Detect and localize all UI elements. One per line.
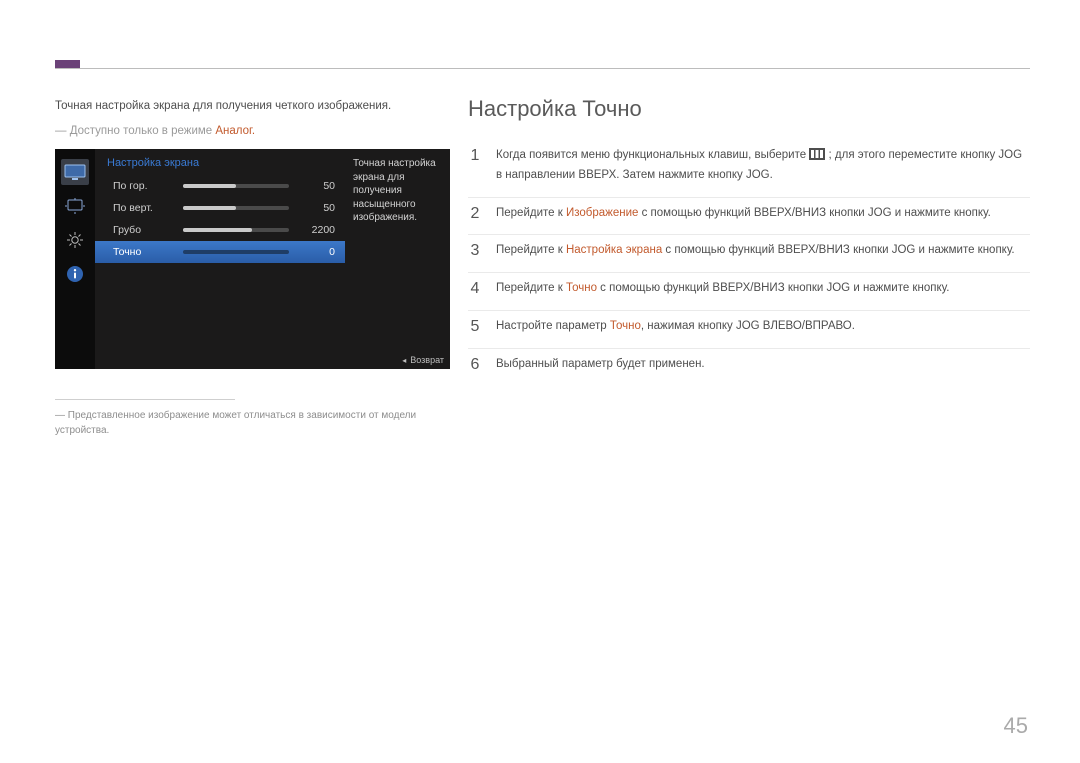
step-text: Настройте параметр bbox=[496, 320, 610, 332]
osd-row[interactable]: Точно 0 bbox=[95, 241, 345, 263]
osd-slider[interactable] bbox=[183, 228, 289, 232]
osd-row[interactable]: По гор. 50 bbox=[95, 175, 345, 197]
step-text: с помощью функций ВВЕРХ/ВНИЗ кнопки JOG … bbox=[597, 282, 949, 294]
osd-row-value: 50 bbox=[299, 180, 335, 192]
mode-note-prefix: ― Доступно только в режиме bbox=[55, 125, 215, 137]
step-number: 1 bbox=[468, 147, 482, 185]
step-body: Перейдите к Настройка экрана с помощью ф… bbox=[496, 242, 1015, 260]
step-text: Когда появится меню функциональных клави… bbox=[496, 149, 809, 161]
osd-nav-picture[interactable] bbox=[61, 159, 89, 185]
step-text: с помощью функций ВВЕРХ/ВНИЗ кнопки JOG … bbox=[662, 244, 1014, 256]
step: 3 Перейдите к Настройка экрана с помощью … bbox=[468, 234, 1030, 272]
step-text: , нажимая кнопку JOG ВЛЕВО/ВПРАВО. bbox=[641, 320, 855, 332]
osd-nav-screen[interactable] bbox=[61, 193, 89, 219]
step-text-accent: Точно bbox=[610, 320, 641, 332]
step-text: Выбранный параметр будет применен. bbox=[496, 358, 705, 370]
step-text-accent: Точно bbox=[566, 282, 597, 294]
step-text-accent: Изображение bbox=[566, 207, 638, 219]
back-arrow-icon: ◂ bbox=[402, 356, 406, 365]
step-number: 3 bbox=[468, 242, 482, 260]
osd-slider[interactable] bbox=[183, 206, 289, 210]
osd-return-label: Возврат bbox=[410, 355, 444, 365]
step-text: с помощью функций ВВЕРХ/ВНИЗ кнопки JOG … bbox=[638, 207, 990, 219]
osd-nav-settings[interactable] bbox=[61, 227, 89, 253]
osd-row-value: 50 bbox=[299, 202, 335, 214]
osd-row-label: Грубо bbox=[113, 224, 183, 236]
step-text: Перейдите к bbox=[496, 207, 566, 219]
step-body: Когда появится меню функциональных клави… bbox=[496, 147, 1030, 185]
left-column: Точная настройка экрана для получения че… bbox=[55, 98, 450, 438]
header-accent bbox=[55, 60, 80, 68]
osd-rows: По гор. 50 По верт. 50 Грубо 2200 Точно 0 bbox=[95, 175, 345, 369]
osd-slider-fill bbox=[183, 228, 252, 232]
step: 4 Перейдите к Точно с помощью функций ВВЕ… bbox=[468, 272, 1030, 310]
footnote-text: ― Представленное изображение может отлич… bbox=[55, 408, 450, 438]
mode-note: ― Доступно только в режиме Аналог. bbox=[55, 125, 450, 137]
osd-slider[interactable] bbox=[183, 184, 289, 188]
step: 2 Перейдите к Изображение с помощью функц… bbox=[468, 197, 1030, 235]
step-number: 6 bbox=[468, 356, 482, 374]
osd-row-label: По верт. bbox=[113, 202, 183, 214]
step: 1 Когда появится меню функциональных клав… bbox=[468, 140, 1030, 197]
header-rule bbox=[55, 68, 1030, 69]
osd-sidebar bbox=[55, 149, 95, 369]
right-column: Настройка Точно 1 Когда появится меню фун… bbox=[468, 96, 1030, 386]
osd-row-label: Точно bbox=[113, 246, 183, 258]
osd-panel: Настройка экрана По гор. 50 По верт. 50 Груб… bbox=[55, 149, 450, 369]
step-body: Настройте параметр Точно, нажимая кнопку… bbox=[496, 318, 855, 336]
section-title: Настройка Точно bbox=[468, 96, 1030, 122]
osd-help-text: Точная настройка экрана для получения на… bbox=[345, 149, 450, 369]
menu-icon bbox=[809, 148, 825, 167]
osd-row-value: 2200 bbox=[299, 224, 335, 236]
osd-row-label: По гор. bbox=[113, 180, 183, 192]
page-number: 45 bbox=[1004, 713, 1028, 739]
step-body: Выбранный параметр будет применен. bbox=[496, 356, 705, 374]
osd-title: Настройка экрана bbox=[95, 149, 345, 175]
steps-list: 1 Когда появится меню функциональных клав… bbox=[468, 140, 1030, 386]
osd-main: Настройка экрана По гор. 50 По верт. 50 Груб… bbox=[95, 149, 345, 369]
step-body: Перейдите к Изображение с помощью функци… bbox=[496, 205, 991, 223]
osd-row[interactable]: Грубо 2200 bbox=[95, 219, 345, 241]
step-text: Перейдите к bbox=[496, 244, 566, 256]
step-number: 2 bbox=[468, 205, 482, 223]
intro-text: Точная настройка экрана для получения че… bbox=[55, 98, 450, 115]
osd-row-value: 0 bbox=[299, 246, 335, 258]
step-text: Перейдите к bbox=[496, 282, 566, 294]
osd-slider-fill bbox=[183, 184, 236, 188]
mode-note-accent: Аналог. bbox=[215, 125, 255, 137]
osd-slider[interactable] bbox=[183, 250, 289, 254]
step-body: Перейдите к Точно с помощью функций ВВЕР… bbox=[496, 280, 949, 298]
osd-nav-info[interactable] bbox=[61, 261, 89, 287]
step: 5 Настройте параметр Точно, нажимая кнопк… bbox=[468, 310, 1030, 348]
footnote-divider bbox=[55, 399, 235, 400]
step: 6 Выбранный параметр будет применен. bbox=[468, 348, 1030, 386]
page: Точная настройка экрана для получения че… bbox=[0, 0, 1080, 763]
step-number: 4 bbox=[468, 280, 482, 298]
step-text-accent: Настройка экрана bbox=[566, 244, 662, 256]
osd-row[interactable]: По верт. 50 bbox=[95, 197, 345, 219]
osd-footer: ◂ Возврат bbox=[402, 355, 444, 365]
step-number: 5 bbox=[468, 318, 482, 336]
osd-slider-fill bbox=[183, 206, 236, 210]
